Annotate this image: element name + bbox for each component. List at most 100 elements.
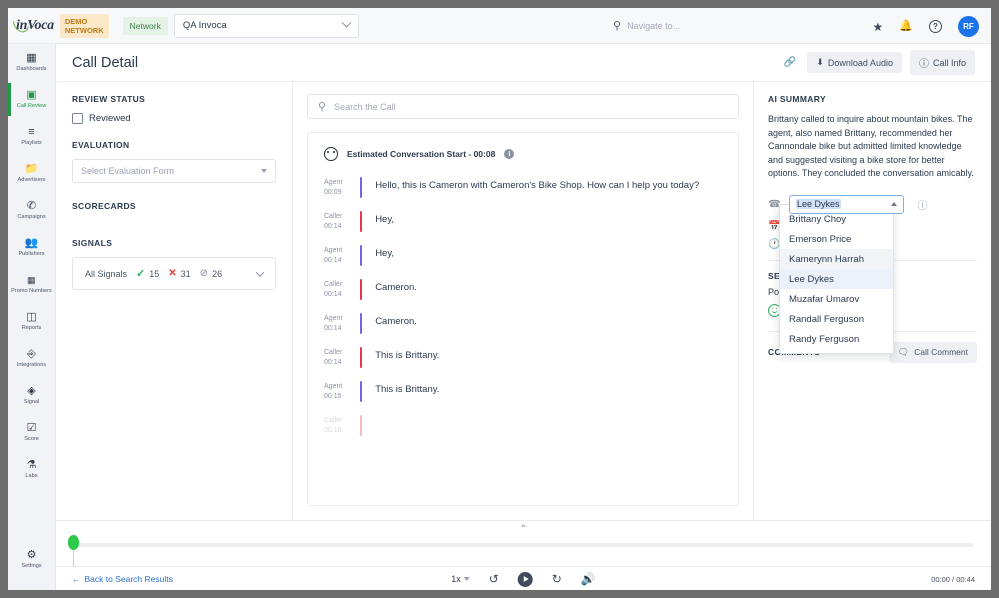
sidebar-item-score[interactable]: ☑ Score xyxy=(8,414,55,451)
sidebar-item-playlists[interactable]: ≡ Playlists xyxy=(8,118,55,155)
back-link-label: Back to Search Results xyxy=(85,574,173,584)
star-icon[interactable]: ★ xyxy=(873,21,884,33)
chevron-down-icon xyxy=(464,577,470,581)
ai-summary-text: Brittany called to inquire about mountai… xyxy=(768,113,977,181)
agent-option[interactable]: Lee Dykes xyxy=(780,269,893,289)
volume-icon[interactable]: 🔊 xyxy=(581,573,596,585)
transcript-row[interactable]: Caller 00:14 This is Brittany. xyxy=(324,347,722,368)
signals-fail-group: ✕ 31 xyxy=(168,268,190,279)
evaluation-title: EVALUATION xyxy=(72,140,276,150)
sidebar-item-labs[interactable]: ⚗ Labs xyxy=(8,451,55,488)
playhead-handle[interactable] xyxy=(68,535,79,550)
search-call-input[interactable]: ⚲ Search the Call xyxy=(307,94,739,119)
transcript-row[interactable]: Agent 00:14 Hey, xyxy=(324,245,722,266)
dashboards-icon: ▦ xyxy=(26,53,36,64)
transcript-meta: Caller 00:16 xyxy=(324,415,360,436)
info-icon[interactable]: i xyxy=(504,149,514,159)
transcript-panel: ⚲ Search the Call Estimated Conversation… xyxy=(293,82,754,520)
signals-summary-row[interactable]: All Signals ✓ 15 ✕ 31 ⊘ 26 xyxy=(72,257,276,290)
forward-icon[interactable]: ↻ xyxy=(552,573,562,585)
agent-option[interactable]: Muzafar Umarov xyxy=(780,289,893,309)
transcript-row[interactable]: Agent 00:09 Hello, this is Cameron with … xyxy=(324,177,722,198)
global-search[interactable]: ⚲ Navigate to... xyxy=(613,19,680,32)
content-columns: REVIEW STATUS Reviewed EVALUATION Select… xyxy=(56,82,991,520)
comment-icon: 🗨 xyxy=(898,347,909,358)
transcript-row[interactable]: Caller 00:16 xyxy=(324,415,722,436)
integrations-icon: ⎆ xyxy=(27,349,36,360)
sidebar-item-reports[interactable]: ◫ Reports xyxy=(8,303,55,340)
speaker-label: Agent xyxy=(324,178,360,188)
agent-option[interactable]: Emerson Price xyxy=(780,229,893,249)
network-selector[interactable]: QA Invoca xyxy=(174,14,359,38)
audio-progress-track[interactable] xyxy=(74,543,973,547)
speaker-color-bar xyxy=(360,177,362,198)
avatar[interactable]: RF xyxy=(958,16,979,37)
labs-icon: ⚗ xyxy=(27,460,37,471)
page-header: Call Detail 🔗 ⬇ Download Audio ⓘ Call In… xyxy=(56,44,991,82)
signals-title: SIGNALS xyxy=(72,238,276,248)
sidebar-item-promo-numbers[interactable]: ▦ Promo Numbers xyxy=(8,266,55,303)
chevron-up-icon xyxy=(891,202,897,206)
speaker-color-bar xyxy=(360,211,362,232)
playhead-stem xyxy=(73,549,74,566)
chevron-down-icon[interactable] xyxy=(256,268,264,276)
transcript-row[interactable]: Agent 00:14 Cameron. xyxy=(324,313,722,334)
play-button[interactable] xyxy=(518,572,533,587)
playback-speed-label: 1x xyxy=(451,574,461,584)
sidebar-item-integrations[interactable]: ⎆ Integrations xyxy=(8,340,55,377)
chevron-down-icon xyxy=(261,169,267,173)
agent-option[interactable]: Randy Ferguson xyxy=(780,329,893,349)
sidebar-item-publishers[interactable]: 👥 Publishers xyxy=(8,229,55,266)
agent-info-icon[interactable]: ⓘ xyxy=(916,197,929,212)
evaluation-form-select[interactable]: Select Evaluation Form xyxy=(72,159,276,183)
sidebar-item-campaigns[interactable]: ✆ Campaigns xyxy=(8,192,55,229)
review-panel: REVIEW STATUS Reviewed EVALUATION Select… xyxy=(56,82,293,520)
copy-link-icon[interactable]: 🔗 xyxy=(784,57,796,68)
transcript-meta: Agent 00:15 xyxy=(324,381,360,402)
all-signals-label: All Signals xyxy=(85,269,127,279)
agent-row: ☎ Lee Dykes ⓘ xyxy=(768,195,977,214)
call-comment-button[interactable]: 🗨 Call Comment xyxy=(889,342,977,363)
agent-select[interactable]: Lee Dykes xyxy=(789,195,904,214)
timestamp-label: 00:14 xyxy=(324,256,360,266)
sidebar-item-call-review[interactable]: ▣ Call Review xyxy=(8,81,55,118)
transcript-list[interactable]: Estimated Conversation Start - 00:08 i A… xyxy=(307,132,739,506)
transcript-meta: Caller 00:14 xyxy=(324,279,360,300)
agent-dropdown-menu[interactable]: Brittany Choy Emerson Price Kamerynn Har… xyxy=(779,204,894,354)
signals-pass-count: 15 xyxy=(149,269,159,279)
sidebar-item-dashboards[interactable]: ▦ Dashboards xyxy=(8,44,55,81)
back-to-search-results-link[interactable]: ← Back to Search Results xyxy=(72,574,173,584)
sidebar-item-settings[interactable]: ⚙ Settings xyxy=(8,541,55,578)
brand-logo[interactable]: inVoca DEMO NETWORK xyxy=(8,14,109,38)
sidebar-item-advertisers[interactable]: 📁 Advertisers xyxy=(8,155,55,192)
speaker-color-bar xyxy=(360,415,362,436)
reviewed-checkbox-row[interactable]: Reviewed xyxy=(72,113,276,124)
playback-speed-selector[interactable]: 1x xyxy=(451,574,470,584)
transcript-row[interactable]: Caller 00:14 Cameron. xyxy=(324,279,722,300)
chevron-down-icon xyxy=(341,18,351,28)
agent-option[interactable]: Kamerynn Harrah xyxy=(780,249,893,269)
speaker-label: Agent xyxy=(324,382,360,392)
chevron-up-icon[interactable]: ⌃ xyxy=(519,525,527,535)
sidebar-item-label: Settings xyxy=(21,563,41,569)
help-icon[interactable]: ? xyxy=(929,20,942,33)
ai-summary-title: AI SUMMARY xyxy=(768,94,977,104)
call-info-button[interactable]: ⓘ Call Info xyxy=(910,50,975,75)
sidebar-item-signal[interactable]: ◈ Signal xyxy=(8,377,55,414)
top-navigation-bar: inVoca DEMO NETWORK Network QA Invoca ⚲ … xyxy=(8,8,991,44)
download-audio-button[interactable]: ⬇ Download Audio xyxy=(807,52,902,73)
transcript-row[interactable]: Caller 00:14 Hey, xyxy=(324,211,722,232)
agent-option[interactable]: Randall Ferguson xyxy=(780,309,893,329)
info-circle-icon: ⓘ xyxy=(919,55,929,70)
speaker-label: Agent xyxy=(324,314,360,324)
signals-pass-group: ✓ 15 xyxy=(136,267,159,280)
person-face-icon xyxy=(324,147,338,161)
topbar-icon-group: ★ 🔔 ? RF xyxy=(873,16,979,37)
transcript-meta: Agent 00:14 xyxy=(324,313,360,334)
reviewed-checkbox[interactable] xyxy=(72,113,83,124)
speaker-label: Caller xyxy=(324,348,360,358)
bell-icon[interactable]: 🔔 xyxy=(899,21,913,32)
transcript-row[interactable]: Agent 00:15 This is Brittany. xyxy=(324,381,722,402)
rewind-icon[interactable]: ↺ xyxy=(489,573,499,585)
speaker-color-bar xyxy=(360,347,362,368)
